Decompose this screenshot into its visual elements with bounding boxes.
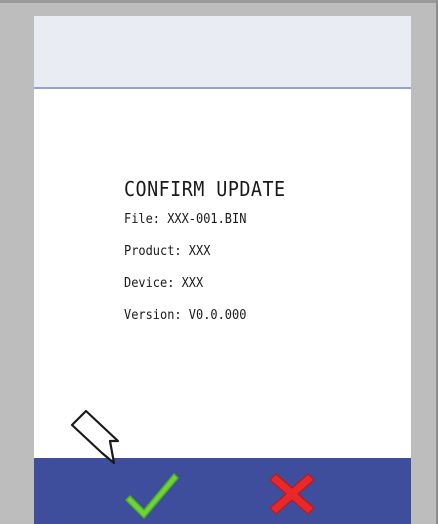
cancel-button[interactable] [262,466,322,520]
file-info: File: XXX-001.BIN [124,212,247,227]
device-info: Device: XXX [124,276,204,291]
product-info: Product: XXX [124,244,211,259]
pointer-arrow-icon [70,409,120,465]
dialog-title: CONFIRM UPDATE [124,177,286,201]
confirm-update-panel: CONFIRM UPDATE File: XXX-001.BIN Product… [124,176,384,340]
x-icon [269,473,315,515]
top-border [0,0,438,3]
version-info: Version: V0.0.000 [124,308,247,323]
header-bar [34,16,411,87]
action-bar [34,458,411,524]
checkmark-icon [125,473,179,519]
confirm-button[interactable] [122,466,182,520]
header-divider [34,87,411,89]
